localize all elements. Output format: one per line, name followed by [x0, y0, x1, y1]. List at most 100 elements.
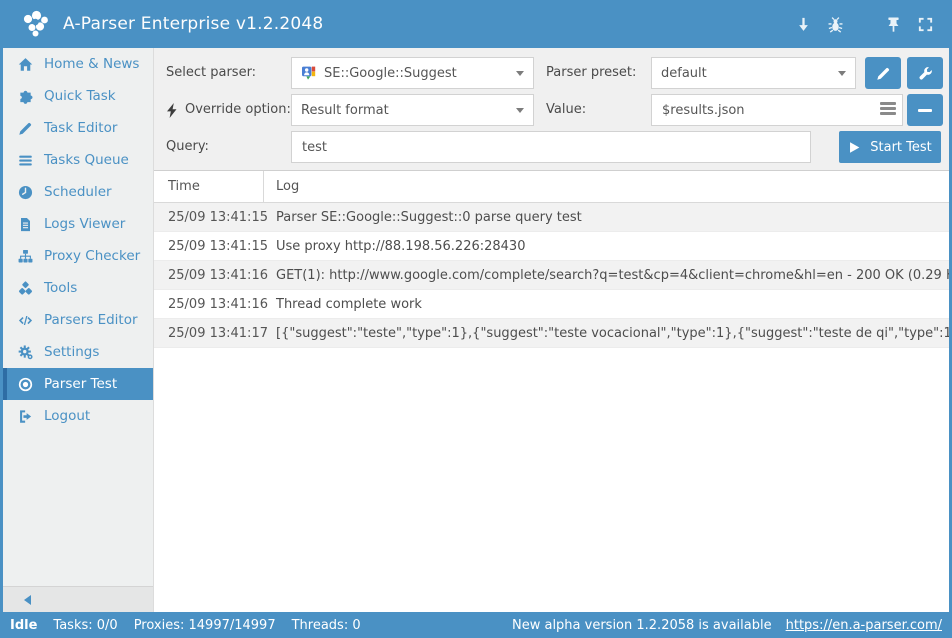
value-label: Value:	[546, 94, 586, 126]
log-time: 25/09 13:41:16	[154, 290, 264, 318]
sidebar-item-quick-task[interactable]: Quick Task	[3, 80, 153, 112]
sidebar-item-tasks-queue[interactable]: Tasks Queue	[3, 144, 153, 176]
fullscreen-icon[interactable]	[915, 14, 935, 34]
clock-icon	[17, 184, 34, 200]
update-link[interactable]: https://en.a-parser.com/	[786, 618, 942, 633]
override-bolt-icon	[167, 94, 179, 126]
sidebar-item-label: Proxy Checker	[44, 248, 140, 264]
log-message: GET(1): http://www.google.com/complete/s…	[264, 261, 949, 289]
log-time: 25/09 13:41:15	[154, 203, 264, 231]
home-icon	[17, 56, 34, 72]
chevron-down-icon	[838, 71, 846, 76]
app-window: A-Parser Enterprise v1.2.2048	[0, 0, 952, 638]
log-message: Thread complete work	[264, 290, 949, 318]
log-message: Parser SE::Google::Suggest::0 parse quer…	[264, 203, 949, 231]
select-parser-label: Select parser:	[166, 57, 256, 89]
log-row[interactable]: 25/09 13:41:16 GET(1): http://www.google…	[154, 261, 949, 290]
a-parser-logo-icon	[19, 7, 53, 41]
sidebar-item-tools[interactable]: Tools	[3, 272, 153, 304]
sidebar-item-label: Parser Test	[44, 376, 117, 392]
status-tasks: Tasks: 0/0	[53, 618, 117, 633]
log-message: Use proxy http://88.198.56.226:28430	[264, 232, 949, 260]
app-title: A-Parser Enterprise v1.2.2048	[63, 14, 323, 34]
wrench-icon	[918, 66, 933, 81]
override-option-value: Result format	[301, 103, 389, 118]
log-row[interactable]: 25/09 13:41:15 Use proxy http://88.198.5…	[154, 232, 949, 261]
sitemap-icon	[17, 248, 34, 264]
bullseye-icon	[17, 376, 34, 392]
override-option-label: Override option:	[185, 94, 291, 126]
sidebar-item-label: Scheduler	[44, 184, 112, 200]
sidebar-item-label: Quick Task	[44, 88, 116, 104]
main-panel: Select parser: SE::Google::Suggest Parse…	[153, 48, 949, 612]
log-row[interactable]: 25/09 13:41:16 Thread complete work	[154, 290, 949, 319]
pencil-icon	[17, 120, 34, 136]
sidebar-item-label: Home & News	[44, 56, 139, 72]
sidebar-footer	[3, 586, 153, 612]
sidebar-item-label: Logs Viewer	[44, 216, 125, 232]
select-parser-value: SE::Google::Suggest	[324, 66, 457, 81]
log-message: [{"suggest":"teste","type":1},{"suggest"…	[264, 319, 949, 347]
sidebar-item-home-news[interactable]: Home & News	[3, 48, 153, 80]
log-row[interactable]: 25/09 13:41:17 [{"suggest":"teste","type…	[154, 319, 949, 348]
parser-preset-value: default	[661, 66, 707, 81]
status-proxies: Proxies: 14997/14997	[134, 618, 276, 633]
download-icon[interactable]	[793, 14, 813, 34]
log-row[interactable]: 25/09 13:41:15 Parser SE::Google::Sugges…	[154, 203, 949, 232]
collapse-sidebar-icon[interactable]	[24, 595, 31, 605]
sidebar-item-label: Parsers Editor	[44, 312, 138, 328]
sidebar-item-label: Tools	[44, 280, 77, 296]
sidebar-item-label: Tasks Queue	[44, 152, 129, 168]
sidebar-item-label: Task Editor	[44, 120, 117, 136]
log-time: 25/09 13:41:17	[154, 319, 264, 347]
list-icon	[17, 152, 34, 168]
pencil-icon	[876, 66, 891, 81]
code-icon	[17, 312, 34, 328]
parser-preset-label: Parser preset:	[546, 57, 636, 89]
sidebar-item-logs-viewer[interactable]: Logs Viewer	[3, 208, 153, 240]
sidebar-item-parsers-editor[interactable]: Parsers Editor	[3, 304, 153, 336]
query-label: Query:	[166, 131, 209, 163]
sidebar-item-settings[interactable]: Settings	[3, 336, 153, 368]
column-header-time[interactable]: Time	[154, 171, 264, 202]
google-suggest-icon	[301, 65, 317, 81]
logout-icon	[17, 408, 34, 424]
cubes-icon	[17, 280, 34, 296]
log-table-header: Time Log	[154, 171, 949, 203]
sidebar-item-logout[interactable]: Logout	[3, 400, 153, 432]
parser-test-form: Select parser: SE::Google::Suggest Parse…	[154, 48, 949, 171]
parser-settings-button[interactable]	[907, 57, 943, 89]
remove-override-button[interactable]	[907, 94, 943, 126]
value-input[interactable]	[651, 94, 903, 126]
play-icon	[848, 141, 861, 154]
sidebar-item-proxy-checker[interactable]: Proxy Checker	[3, 240, 153, 272]
puzzle-icon	[17, 88, 34, 104]
expand-editor-icon[interactable]	[880, 102, 896, 116]
edit-preset-button[interactable]	[865, 57, 901, 89]
pin-icon[interactable]	[883, 14, 903, 34]
log-time: 25/09 13:41:15	[154, 232, 264, 260]
start-test-button[interactable]: Start Test	[839, 131, 941, 163]
status-bar: Idle Tasks: 0/0 Proxies: 14997/14997 Thr…	[0, 612, 952, 638]
value-field-wrap	[651, 94, 903, 126]
column-header-log[interactable]: Log	[264, 171, 949, 202]
parser-preset-dropdown[interactable]: default	[651, 57, 856, 89]
sidebar: Home & News Quick Task Task Editor Tasks…	[3, 48, 153, 612]
sidebar-item-parser-test[interactable]: Parser Test	[3, 368, 153, 400]
sidebar-item-label: Logout	[44, 408, 90, 424]
sidebar-item-task-editor[interactable]: Task Editor	[3, 112, 153, 144]
status-threads: Threads: 0	[292, 618, 361, 633]
log-table: Time Log 25/09 13:41:15 Parser SE::Googl…	[154, 171, 949, 612]
sidebar-item-label: Settings	[44, 344, 99, 360]
top-bar: A-Parser Enterprise v1.2.2048	[3, 0, 949, 48]
gear-icon	[17, 344, 34, 360]
sidebar-item-scheduler[interactable]: Scheduler	[3, 176, 153, 208]
update-message: New alpha version 1.2.2058 is available	[512, 618, 772, 633]
start-test-label: Start Test	[870, 140, 932, 155]
chevron-down-icon	[516, 71, 524, 76]
query-input[interactable]	[291, 131, 811, 163]
bug-icon[interactable]	[825, 14, 845, 34]
select-parser-dropdown[interactable]: SE::Google::Suggest	[291, 57, 534, 89]
override-option-dropdown[interactable]: Result format	[291, 94, 534, 126]
minus-icon	[918, 109, 932, 112]
